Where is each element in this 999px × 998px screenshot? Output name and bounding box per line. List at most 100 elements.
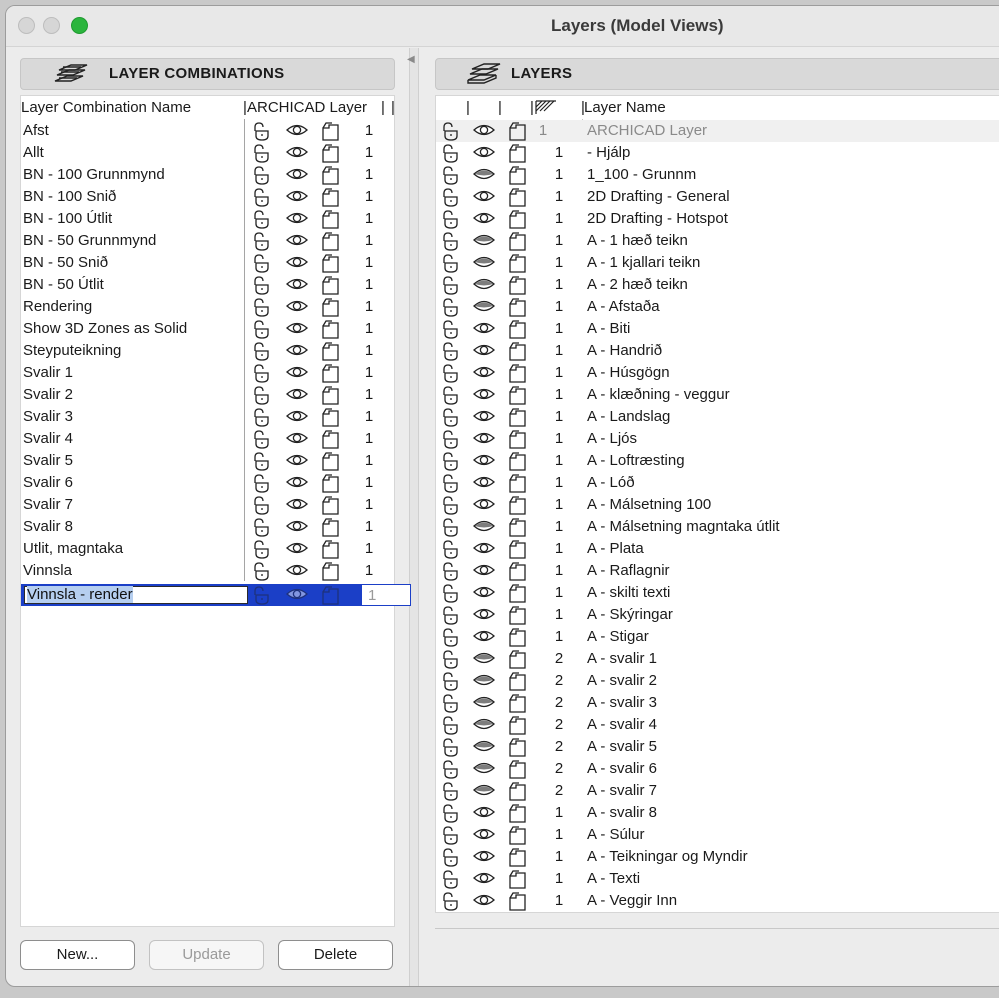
eye-icon[interactable]: [285, 386, 309, 406]
eye-icon[interactable]: [285, 254, 309, 274]
eye-icon[interactable]: [285, 408, 309, 428]
layer-row[interactable]: 1 A - Texti: [436, 868, 999, 890]
layer-combination-row[interactable]: BN - 100 Grunnmynd 1: [21, 164, 393, 186]
eye-icon[interactable]: [472, 562, 496, 582]
eye-icon[interactable]: [285, 518, 309, 538]
layer-combination-row[interactable]: Svalir 5 1: [21, 450, 393, 472]
layer-row[interactable]: 1 A - Biti: [436, 318, 999, 340]
eye-hidden-icon[interactable]: [472, 738, 496, 758]
collapse-arrow-icon[interactable]: ◀: [407, 54, 415, 65]
eye-icon[interactable]: [472, 210, 496, 230]
eye-icon[interactable]: [285, 188, 309, 208]
layer-combination-row[interactable]: Svalir 7 1: [21, 494, 393, 516]
layer-row[interactable]: 1 A - Raflagnir: [436, 560, 999, 582]
intersection-group-input[interactable]: 1: [361, 584, 411, 606]
layer-wireframe-icon[interactable]: [508, 892, 528, 916]
eye-icon[interactable]: [472, 826, 496, 846]
layer-combination-row-editing[interactable]: Vinnsla - render 1: [21, 584, 411, 606]
layer-row[interactable]: 1 A - Húsgögn: [436, 362, 999, 384]
eye-hidden-icon[interactable]: [472, 782, 496, 802]
layer-row[interactable]: 1 2D Drafting - Hotspot: [436, 208, 999, 230]
layer-row[interactable]: 1 A - Plata: [436, 538, 999, 560]
layer-row[interactable]: 1 A - 1 hæð teikn: [436, 230, 999, 252]
layer-row[interactable]: 1 A - Landslag: [436, 406, 999, 428]
layer-row[interactable]: 1 - Hjálp: [436, 142, 999, 164]
eye-icon[interactable]: [285, 562, 309, 582]
layer-row[interactable]: 1 A - skilti texti: [436, 582, 999, 604]
eye-icon[interactable]: [285, 496, 309, 516]
layer-combination-row[interactable]: BN - 100 Útlit 1: [21, 208, 393, 230]
layer-row[interactable]: 1 A - Loftræsting: [436, 450, 999, 472]
layer-combination-row[interactable]: Show 3D Zones as Solid 1: [21, 318, 393, 340]
layer-row[interactable]: 2 A - svalir 4: [436, 714, 999, 736]
layer-combination-row[interactable]: Svalir 6 1: [21, 472, 393, 494]
eye-icon[interactable]: [472, 848, 496, 868]
layer-row[interactable]: 1 ARCHICAD Layer: [436, 120, 999, 142]
layer-row[interactable]: 1 A - klæðning - veggur: [436, 384, 999, 406]
eye-hidden-icon[interactable]: [472, 518, 496, 538]
eye-icon[interactable]: [472, 540, 496, 560]
eye-icon[interactable]: [285, 320, 309, 340]
layer-combination-row[interactable]: BN - 50 Grunnmynd 1: [21, 230, 393, 252]
layer-row[interactable]: 1 A - svalir 8: [436, 802, 999, 824]
column-header-layer-name[interactable]: Layer Name: [584, 99, 666, 116]
eye-icon[interactable]: [472, 496, 496, 516]
layer-row[interactable]: 1 1_100 - Grunnm: [436, 164, 999, 186]
layer-combination-row[interactable]: Utlit, magntaka 1: [21, 538, 393, 560]
close-window-button[interactable]: [18, 17, 35, 34]
eye-icon[interactable]: [472, 474, 496, 494]
layer-combination-row[interactable]: BN - 50 Snið 1: [21, 252, 393, 274]
layer-row[interactable]: 2 A - svalir 3: [436, 692, 999, 714]
layer-combination-row[interactable]: Svalir 1 1: [21, 362, 393, 384]
eye-icon[interactable]: [285, 540, 309, 560]
eye-icon[interactable]: [285, 232, 309, 252]
update-button[interactable]: Update: [149, 940, 264, 970]
layer-row[interactable]: 1 A - Málsetning 100: [436, 494, 999, 516]
eye-hidden-icon[interactable]: [472, 650, 496, 670]
layer-combination-row[interactable]: Svalir 3 1: [21, 406, 393, 428]
eye-icon[interactable]: [285, 276, 309, 296]
eye-icon[interactable]: [285, 430, 309, 450]
eye-icon[interactable]: [472, 430, 496, 450]
column-header-combination-name[interactable]: Layer Combination Name: [21, 99, 191, 116]
layer-combination-row[interactable]: BN - 50 Útlit 1: [21, 274, 393, 296]
layer-row[interactable]: 1 A - Afstaða: [436, 296, 999, 318]
eye-icon[interactable]: [472, 628, 496, 648]
layer-row[interactable]: 1 A - Súlur: [436, 824, 999, 846]
layer-row[interactable]: 1 A - 1 kjallari teikn: [436, 252, 999, 274]
eye-icon[interactable]: [472, 892, 496, 912]
eye-icon[interactable]: [285, 298, 309, 318]
layer-row[interactable]: 1 A - 2 hæð teikn: [436, 274, 999, 296]
layer-combination-row[interactable]: Svalir 8 1: [21, 516, 393, 538]
eye-icon[interactable]: [285, 452, 309, 472]
eye-icon[interactable]: [472, 804, 496, 824]
eye-hidden-icon[interactable]: [472, 232, 496, 252]
layer-combination-row[interactable]: Rendering 1: [21, 296, 393, 318]
eye-hidden-icon[interactable]: [472, 694, 496, 714]
lock-icon[interactable]: [251, 562, 273, 586]
layer-combination-row[interactable]: Allt 1: [21, 142, 393, 164]
eye-icon[interactable]: [472, 584, 496, 604]
layer-row[interactable]: 2 A - svalir 6: [436, 758, 999, 780]
layer-row[interactable]: 1 A - Málsetning magntaka útlit: [436, 516, 999, 538]
eye-icon[interactable]: [472, 408, 496, 428]
layer-wireframe-icon[interactable]: [321, 562, 341, 586]
eye-hidden-icon[interactable]: [472, 166, 496, 186]
delete-button[interactable]: Delete: [278, 940, 393, 970]
eye-icon[interactable]: [472, 364, 496, 384]
eye-icon[interactable]: [472, 188, 496, 208]
eye-icon[interactable]: [472, 342, 496, 362]
eye-icon[interactable]: [472, 606, 496, 626]
layer-row[interactable]: 1 A - Teikningar og Myndir: [436, 846, 999, 868]
layer-combination-row[interactable]: Svalir 2 1: [21, 384, 393, 406]
split-divider[interactable]: [409, 48, 419, 986]
eye-icon[interactable]: [472, 320, 496, 340]
eye-hidden-icon[interactable]: [472, 298, 496, 318]
layer-row[interactable]: 1 A - Ljós: [436, 428, 999, 450]
layer-wireframe-icon[interactable]: [321, 586, 341, 610]
eye-icon[interactable]: [285, 474, 309, 494]
eye-icon[interactable]: [285, 586, 309, 606]
lock-icon[interactable]: [440, 892, 462, 916]
eye-icon[interactable]: [472, 870, 496, 890]
column-header-archicad-layer[interactable]: ARCHICAD Layer: [247, 99, 367, 116]
